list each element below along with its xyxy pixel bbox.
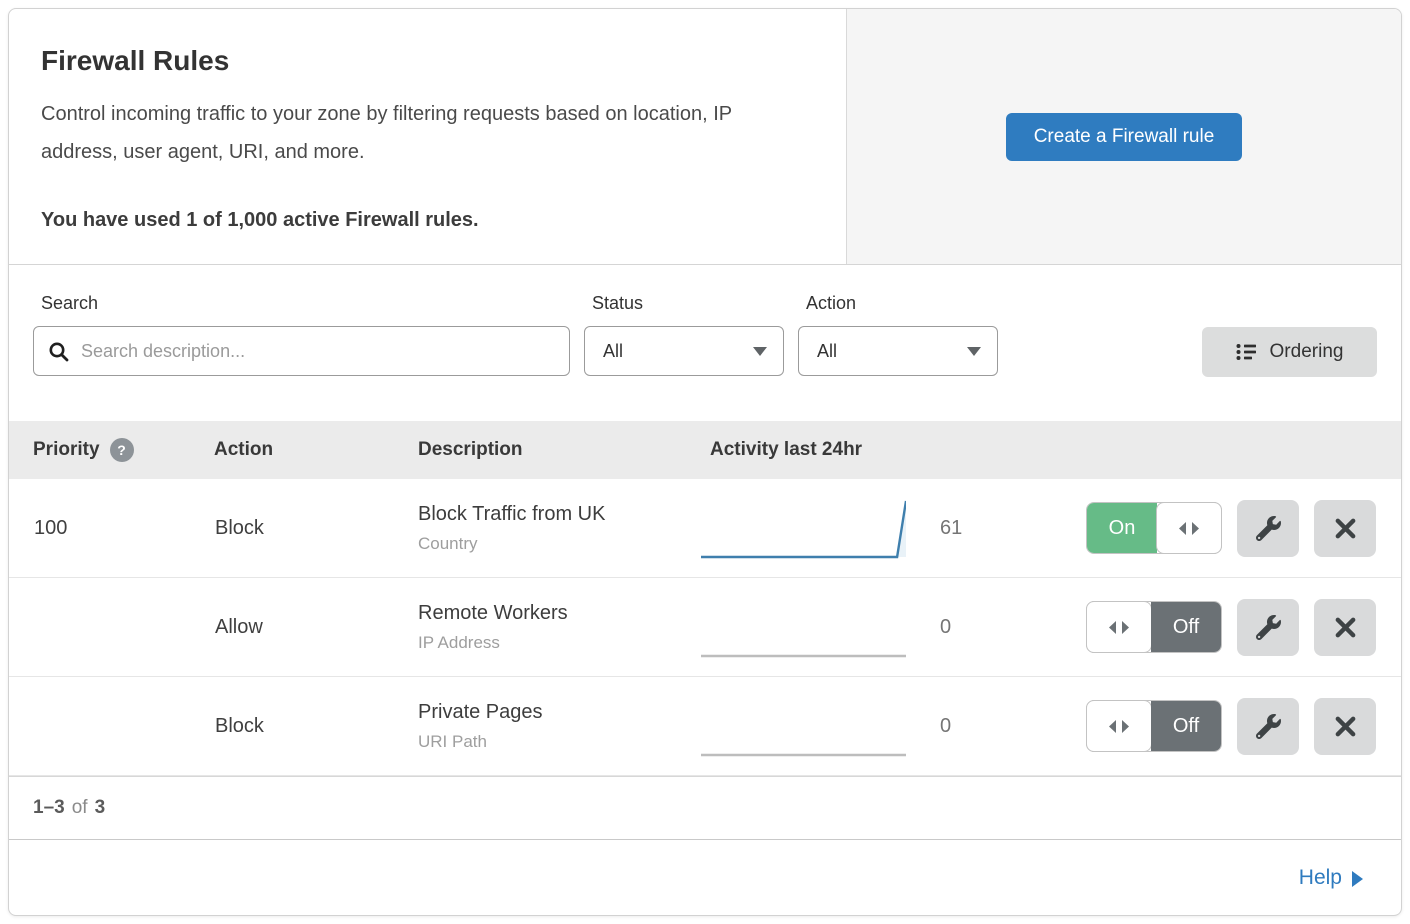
search-box[interactable] bbox=[33, 326, 570, 376]
ordering-button[interactable]: Ordering bbox=[1202, 327, 1377, 377]
search-input[interactable] bbox=[79, 340, 555, 363]
x-icon bbox=[1334, 616, 1357, 639]
delete-rule-button[interactable] bbox=[1314, 698, 1376, 755]
caret-down-icon bbox=[753, 347, 767, 356]
chevron-right-icon bbox=[1352, 871, 1363, 887]
column-header-activity: Activity last 24hr bbox=[701, 439, 1086, 461]
action-label: Action bbox=[806, 293, 998, 314]
rule-enabled-toggle[interactable]: Off bbox=[1086, 700, 1222, 752]
help-link[interactable]: Help bbox=[1299, 866, 1363, 890]
column-header-description: Description bbox=[418, 439, 701, 461]
edit-rule-button[interactable] bbox=[1237, 500, 1299, 557]
activity-count: 61 bbox=[931, 517, 1086, 540]
column-header-action: Action bbox=[214, 439, 418, 461]
wrench-icon bbox=[1256, 615, 1281, 640]
rule-name: Remote Workers bbox=[418, 602, 701, 625]
search-icon bbox=[48, 341, 69, 362]
drag-arrows-icon[interactable] bbox=[1086, 601, 1152, 653]
page-title: Firewall Rules bbox=[41, 45, 806, 77]
rule-action: Block bbox=[214, 517, 418, 540]
search-group: Search bbox=[33, 293, 570, 376]
x-icon bbox=[1334, 517, 1357, 540]
edit-cell bbox=[1237, 500, 1314, 557]
pagination-total: 3 bbox=[95, 797, 106, 819]
drag-arrows-icon[interactable] bbox=[1086, 700, 1152, 752]
rule-name: Private Pages bbox=[418, 701, 701, 724]
rule-action: Block bbox=[214, 715, 418, 738]
column-header-priority: Priority ? bbox=[33, 438, 214, 462]
toggle-cell: On bbox=[1086, 502, 1237, 554]
search-label: Search bbox=[41, 293, 570, 314]
header-action-panel: Create a Firewall rule bbox=[846, 9, 1401, 264]
rule-priority: 100 bbox=[33, 517, 214, 540]
action-select[interactable]: All bbox=[798, 326, 998, 376]
pagination-bar: 1–3 of 3 bbox=[9, 776, 1401, 839]
rule-match-type: Country bbox=[418, 534, 701, 554]
usage-note: You have used 1 of 1,000 active Firewall… bbox=[41, 209, 806, 232]
firewall-rules-panel: Firewall Rules Control incoming traffic … bbox=[8, 8, 1402, 916]
rule-match-type: IP Address bbox=[418, 633, 701, 653]
table-row: Allow Remote Workers IP Address 0 Off bbox=[9, 578, 1401, 677]
rule-description: Block Traffic from UK Country bbox=[418, 503, 701, 554]
header-text-block: Firewall Rules Control incoming traffic … bbox=[9, 9, 846, 264]
page-description: Control incoming traffic to your zone by… bbox=[41, 95, 806, 171]
caret-down-icon bbox=[967, 347, 981, 356]
rule-enabled-toggle[interactable]: On bbox=[1086, 502, 1222, 554]
toggle-state-label: Off bbox=[1151, 701, 1221, 751]
create-firewall-rule-button[interactable]: Create a Firewall rule bbox=[1006, 113, 1243, 161]
toggle-state-label: Off bbox=[1151, 602, 1221, 652]
delete-cell bbox=[1314, 698, 1381, 755]
table-row: 100 Block Block Traffic from UK Country … bbox=[9, 479, 1401, 578]
activity-sparkline bbox=[701, 479, 931, 577]
activity-sparkline bbox=[701, 677, 931, 775]
edit-rule-button[interactable] bbox=[1237, 698, 1299, 755]
help-link-label: Help bbox=[1299, 866, 1342, 890]
activity-count: 0 bbox=[931, 715, 1086, 738]
edit-rule-button[interactable] bbox=[1237, 599, 1299, 656]
table-header-row: Priority ? Action Description Activity l… bbox=[9, 421, 1401, 479]
action-selected-value: All bbox=[817, 341, 837, 362]
wrench-icon bbox=[1256, 516, 1281, 541]
edit-cell bbox=[1237, 599, 1314, 656]
page-header: Firewall Rules Control incoming traffic … bbox=[9, 9, 1401, 265]
activity-count: 0 bbox=[931, 616, 1086, 639]
toggle-state-label: On bbox=[1087, 503, 1157, 553]
activity-sparkline bbox=[701, 578, 931, 676]
edit-cell bbox=[1237, 698, 1314, 755]
question-mark-icon[interactable]: ? bbox=[110, 438, 134, 462]
pagination-of: of bbox=[72, 797, 88, 819]
rule-name: Block Traffic from UK bbox=[418, 503, 701, 526]
help-bar: Help bbox=[9, 839, 1401, 915]
rule-description: Remote Workers IP Address bbox=[418, 602, 701, 653]
status-label: Status bbox=[592, 293, 784, 314]
toggle-cell: Off bbox=[1086, 700, 1237, 752]
pagination-range: 1–3 bbox=[33, 797, 65, 819]
delete-cell bbox=[1314, 599, 1381, 656]
list-icon bbox=[1236, 343, 1258, 361]
rule-action: Allow bbox=[214, 616, 418, 639]
table-row: Block Private Pages URI Path 0 Off bbox=[9, 677, 1401, 776]
rule-enabled-toggle[interactable]: Off bbox=[1086, 601, 1222, 653]
wrench-icon bbox=[1256, 714, 1281, 739]
rule-match-type: URI Path bbox=[418, 732, 701, 752]
delete-rule-button[interactable] bbox=[1314, 500, 1376, 557]
x-icon bbox=[1334, 715, 1357, 738]
filter-bar: Search Status All Action All bbox=[9, 265, 1401, 421]
delete-rule-button[interactable] bbox=[1314, 599, 1376, 656]
ordering-button-label: Ordering bbox=[1270, 341, 1344, 363]
drag-arrows-icon[interactable] bbox=[1156, 502, 1222, 554]
status-filter-group: Status All bbox=[584, 293, 784, 376]
rule-description: Private Pages URI Path bbox=[418, 701, 701, 752]
action-filter-group: Action All bbox=[798, 293, 998, 376]
toggle-cell: Off bbox=[1086, 601, 1237, 653]
delete-cell bbox=[1314, 500, 1381, 557]
status-selected-value: All bbox=[603, 341, 623, 362]
status-select[interactable]: All bbox=[584, 326, 784, 376]
